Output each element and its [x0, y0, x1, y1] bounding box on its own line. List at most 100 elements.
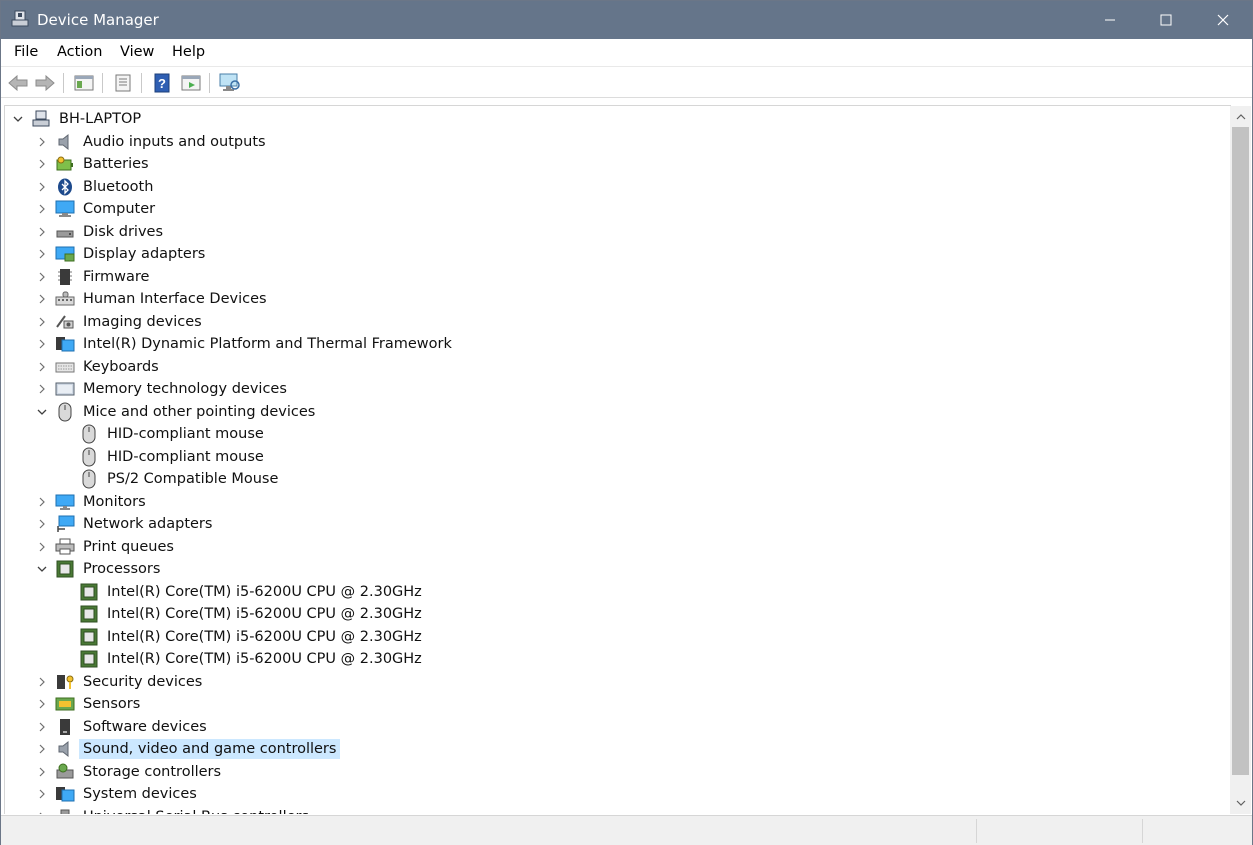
tree-category[interactable]: Software devices: [5, 716, 1225, 738]
expand-chevron-icon[interactable]: [35, 135, 49, 149]
tree-category[interactable]: Imaging devices: [5, 311, 1225, 333]
expand-chevron-icon[interactable]: [35, 697, 49, 711]
collapse-chevron-icon[interactable]: [35, 562, 49, 576]
tree-category[interactable]: Bluetooth: [5, 176, 1225, 198]
scroll-down-arrow-icon[interactable]: [1230, 794, 1251, 811]
show-hide-console-tree-icon[interactable]: [73, 72, 95, 94]
tree-device[interactable]: Intel(R) Core(TM) i5-6200U CPU @ 2.30GHz: [5, 626, 1225, 648]
collapse-chevron-icon[interactable]: [35, 405, 49, 419]
properties-icon[interactable]: [112, 72, 134, 94]
maximize-button[interactable]: [1138, 1, 1194, 39]
mouse-icon: [55, 402, 75, 422]
tree-category[interactable]: Print queues: [5, 536, 1225, 558]
menu-view[interactable]: View: [118, 44, 156, 60]
tree-device[interactable]: HID-compliant mouse: [5, 423, 1225, 445]
tree-device-label: Intel(R) Core(TM) i5-6200U CPU @ 2.30GHz: [107, 651, 422, 667]
system-folder-icon: [55, 334, 75, 354]
processor-icon: [55, 559, 75, 579]
tree-root[interactable]: BH-LAPTOP: [5, 108, 1225, 130]
expand-chevron-icon[interactable]: [35, 337, 49, 351]
tree-category[interactable]: Sound, video and game controllers: [5, 738, 1225, 760]
tree-category[interactable]: Sensors: [5, 693, 1225, 715]
tree-category-label: Mice and other pointing devices: [83, 403, 316, 420]
tree-category[interactable]: Audio inputs and outputs: [5, 131, 1225, 153]
keyboard-icon: [55, 357, 75, 377]
storage-controller-icon: [55, 762, 75, 782]
tree-category[interactable]: Universal Serial Bus controllers: [5, 806, 1225, 814]
mouse-icon: [79, 469, 99, 489]
expand-chevron-icon[interactable]: [35, 495, 49, 509]
title-bar[interactable]: Device Manager: [1, 1, 1252, 39]
menu-action[interactable]: Action: [55, 44, 104, 60]
tree-category[interactable]: Computer: [5, 198, 1225, 220]
back-icon[interactable]: [7, 72, 29, 94]
device-tree[interactable]: BH-LAPTOP Audio inputs and outputs Batteri…: [4, 105, 1231, 814]
scroll-up-arrow-icon[interactable]: [1230, 108, 1251, 125]
tree-device[interactable]: PS/2 Compatible Mouse: [5, 468, 1225, 490]
tree-category[interactable]: Batteries: [5, 153, 1225, 175]
tree-category[interactable]: Human Interface Devices: [5, 288, 1225, 310]
expand-chevron-icon[interactable]: [35, 742, 49, 756]
minimize-button[interactable]: [1082, 1, 1138, 39]
expand-chevron-icon[interactable]: [35, 810, 49, 814]
tree-category-label: Display adapters: [83, 246, 206, 262]
tree-device[interactable]: HID-compliant mouse: [5, 446, 1225, 468]
expand-chevron-icon[interactable]: [35, 157, 49, 171]
expand-chevron-icon[interactable]: [35, 180, 49, 194]
scan-hardware-changes-icon[interactable]: [219, 72, 241, 94]
tree-device[interactable]: Intel(R) Core(TM) i5-6200U CPU @ 2.30GHz: [5, 603, 1225, 625]
vertical-scrollbar[interactable]: [1230, 106, 1251, 814]
tree-category[interactable]: Intel(R) Dynamic Platform and Thermal Fr…: [5, 333, 1225, 355]
tree-category[interactable]: Firmware: [5, 266, 1225, 288]
tree-category[interactable]: Keyboards: [5, 356, 1225, 378]
system-folder-icon: [55, 784, 75, 804]
tree-device-label: Intel(R) Core(TM) i5-6200U CPU @ 2.30GHz: [107, 606, 422, 622]
expand-chevron-icon[interactable]: [35, 517, 49, 531]
processor-icon: [79, 604, 99, 624]
tree-category[interactable]: Security devices: [5, 671, 1225, 693]
toolbar: ?: [1, 68, 1252, 98]
scrollbar-thumb[interactable]: [1232, 127, 1249, 775]
expand-chevron-icon[interactable]: [35, 720, 49, 734]
tree-category[interactable]: Network adapters: [5, 513, 1225, 535]
forward-icon[interactable]: [34, 72, 56, 94]
speaker-icon: [55, 132, 75, 152]
display-adapter-icon: [55, 244, 75, 264]
expand-chevron-icon[interactable]: [35, 270, 49, 284]
expand-chevron-icon[interactable]: [35, 675, 49, 689]
expand-chevron-icon[interactable]: [35, 360, 49, 374]
tree-category-label: Audio inputs and outputs: [83, 133, 266, 150]
expand-chevron-icon[interactable]: [35, 382, 49, 396]
tree-device[interactable]: Intel(R) Core(TM) i5-6200U CPU @ 2.30GHz: [5, 648, 1225, 670]
expand-chevron-icon[interactable]: [35, 787, 49, 801]
expand-chevron-icon[interactable]: [35, 315, 49, 329]
menu-help[interactable]: Help: [170, 44, 207, 60]
status-pane: [1142, 819, 1252, 843]
help-icon[interactable]: ?: [151, 72, 173, 94]
expand-chevron-icon[interactable]: [35, 292, 49, 306]
device-manager-app-icon: [11, 10, 29, 28]
hid-icon: [55, 289, 75, 309]
tree-device[interactable]: Intel(R) Core(TM) i5-6200U CPU @ 2.30GHz: [5, 581, 1225, 603]
collapse-chevron-icon[interactable]: [11, 112, 25, 126]
tree-category[interactable]: Monitors: [5, 491, 1225, 513]
usb-icon: [55, 807, 75, 814]
expand-chevron-icon[interactable]: [35, 202, 49, 216]
tree-category[interactable]: Memory technology devices: [5, 378, 1225, 400]
tree-category[interactable]: Processors: [5, 558, 1225, 580]
close-button[interactable]: [1195, 1, 1251, 39]
tree-category[interactable]: Storage controllers: [5, 761, 1225, 783]
expand-chevron-icon[interactable]: [35, 225, 49, 239]
tree-category[interactable]: System devices: [5, 783, 1225, 805]
run-icon[interactable]: [180, 72, 202, 94]
tree-category[interactable]: Disk drives: [5, 221, 1225, 243]
menu-file[interactable]: File: [12, 44, 40, 60]
software-device-icon: [55, 717, 75, 737]
tree-category-label: Software devices: [83, 718, 207, 735]
expand-chevron-icon[interactable]: [35, 765, 49, 779]
expand-chevron-icon[interactable]: [35, 540, 49, 554]
tree-category-label: Memory technology devices: [83, 381, 287, 397]
tree-category[interactable]: Mice and other pointing devices: [5, 401, 1225, 423]
expand-chevron-icon[interactable]: [35, 247, 49, 261]
tree-category[interactable]: Display adapters: [5, 243, 1225, 265]
